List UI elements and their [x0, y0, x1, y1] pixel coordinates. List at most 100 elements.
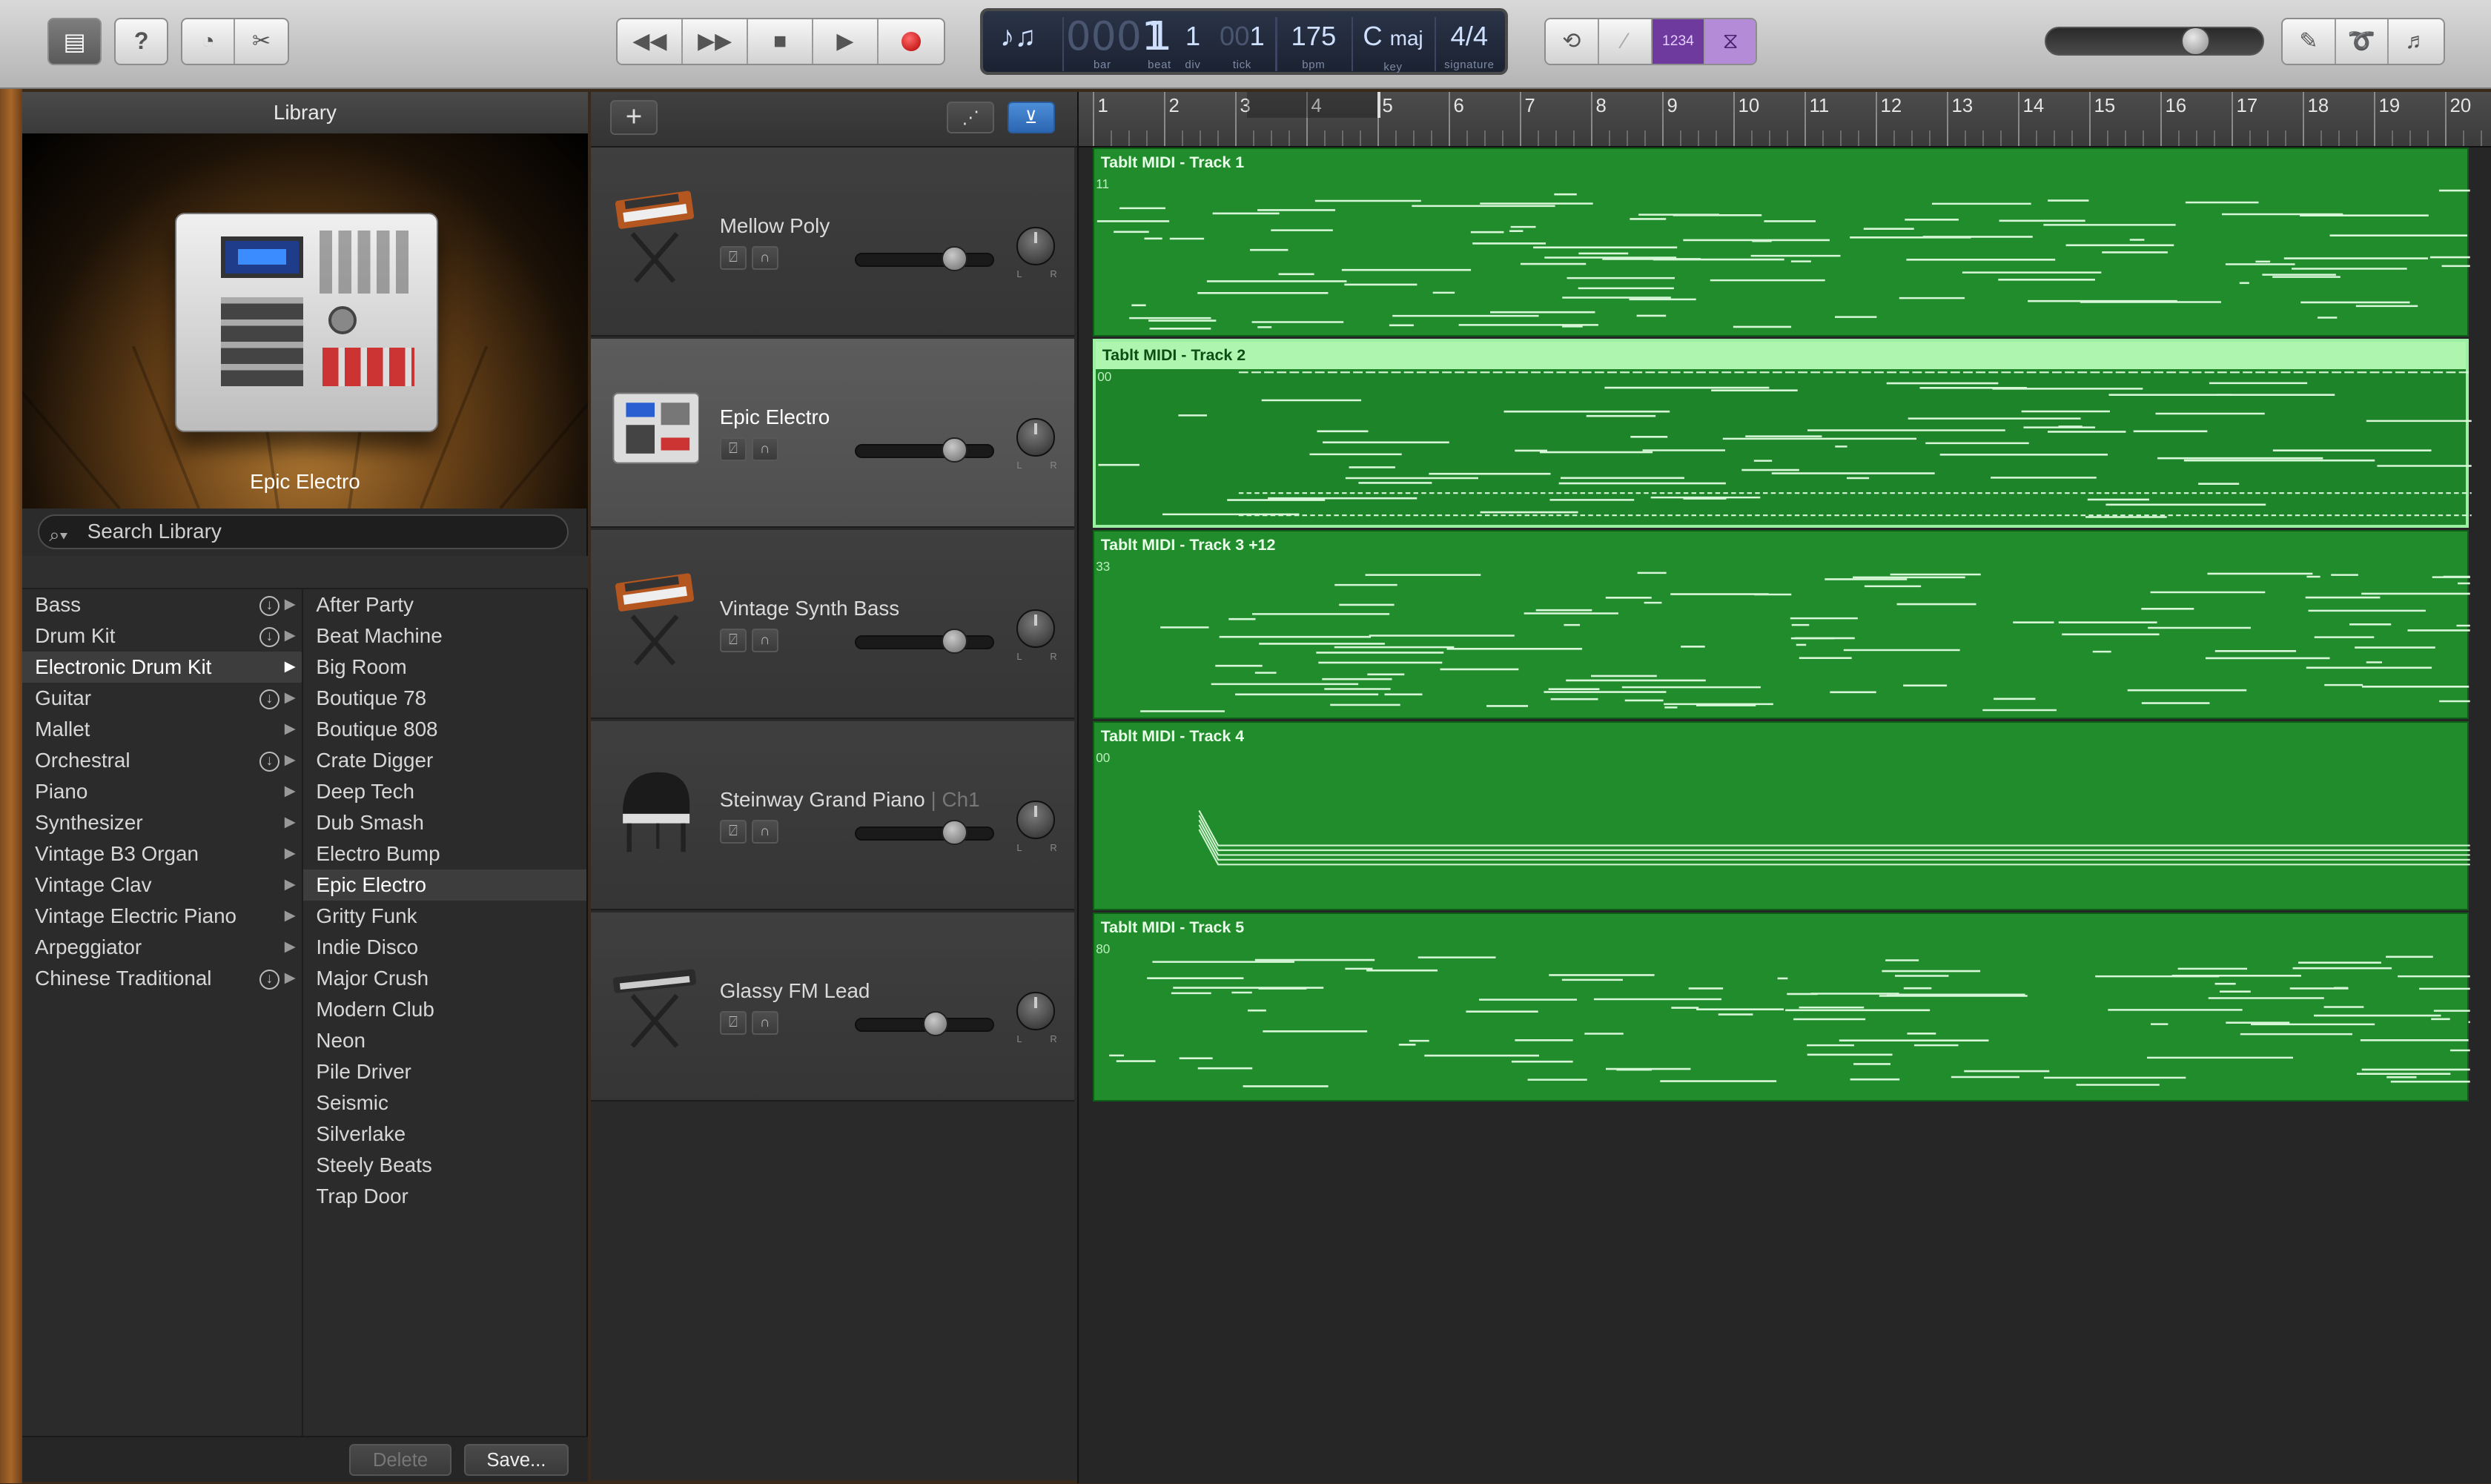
download-icon[interactable]: ↓: [259, 626, 280, 648]
master-volume-knob[interactable]: [2180, 27, 2210, 56]
track-header[interactable]: Glassy FM Lead ⍁ ∩ L R: [591, 912, 1074, 1102]
download-icon[interactable]: ↓: [259, 969, 280, 990]
midi-region[interactable]: Tablt MIDI - Track 4 00: [1093, 721, 2470, 911]
rewind-button[interactable]: ◀◀: [618, 19, 684, 64]
patch-item[interactable]: Crate Digger: [303, 745, 586, 776]
tuner-button[interactable]: ⁄: [1598, 19, 1653, 64]
pan-knob[interactable]: [1016, 801, 1055, 839]
volume-slider[interactable]: [854, 246, 995, 272]
midi-region[interactable]: Tablt MIDI - Track 1 11: [1093, 148, 2470, 337]
patch-item[interactable]: Indie Disco: [303, 932, 586, 963]
category-item[interactable]: Bass ↓ ▶: [22, 589, 302, 620]
track-header[interactable]: Vintage Synth Bass ⍁ ∩ L R: [591, 530, 1074, 720]
category-item[interactable]: Chinese Traditional ↓ ▶: [22, 963, 302, 994]
pan-knob[interactable]: [1016, 992, 1055, 1030]
patch-item[interactable]: Seismic: [303, 1087, 586, 1119]
tempo-value[interactable]: 175: [1279, 14, 1349, 59]
patch-item[interactable]: After Party: [303, 589, 586, 620]
volume-knob[interactable]: [942, 629, 967, 655]
solo-button[interactable]: ∩: [751, 629, 778, 653]
patch-item[interactable]: Big Room: [303, 652, 586, 683]
download-icon[interactable]: ↓: [259, 595, 280, 617]
fast-forward-button[interactable]: ▶▶: [683, 19, 749, 64]
track-header[interactable]: Epic Electro ⍁ ∩ L R: [591, 339, 1074, 529]
count-in-button[interactable]: 1234: [1652, 19, 1706, 64]
delete-button[interactable]: Delete: [349, 1443, 451, 1476]
mute-button[interactable]: ⍁: [719, 246, 747, 271]
solo-button[interactable]: ∩: [751, 246, 778, 271]
midi-region[interactable]: Tablt MIDI - Track 3 +12 33: [1093, 530, 2470, 720]
volume-knob[interactable]: [942, 437, 967, 463]
patch-item[interactable]: Beat Machine: [303, 620, 586, 652]
download-icon[interactable]: ↓: [259, 689, 280, 710]
patch-item[interactable]: Pile Driver: [303, 1056, 586, 1087]
category-item[interactable]: Vintage Electric Piano ▶: [22, 901, 302, 932]
volume-knob[interactable]: [922, 1011, 948, 1037]
category-item[interactable]: Vintage B3 Organ ▶: [22, 838, 302, 869]
pan-knob[interactable]: [1016, 418, 1055, 457]
library-button[interactable]: ▤: [47, 17, 102, 65]
search-library-input[interactable]: ⌕▾ Search Library: [38, 514, 569, 550]
patch-item[interactable]: Electro Bump: [303, 838, 586, 869]
save-button[interactable]: Save...: [463, 1443, 569, 1476]
patch-item[interactable]: Deep Tech: [303, 776, 586, 807]
download-icon[interactable]: ↓: [259, 751, 280, 772]
category-item[interactable]: Drum Kit ↓ ▶: [22, 620, 302, 652]
track-header[interactable]: Steinway Grand Piano | Ch1 ⍁ ∩ L R: [591, 721, 1074, 911]
stop-button[interactable]: ■: [748, 19, 813, 64]
category-item[interactable]: Guitar ↓ ▶: [22, 683, 302, 714]
patch-item[interactable]: Epic Electro: [303, 869, 586, 901]
volume-slider[interactable]: [854, 1011, 995, 1037]
solo-button[interactable]: ∩: [751, 820, 778, 844]
category-item[interactable]: Electronic Drum Kit ▶: [22, 651, 302, 683]
solo-button[interactable]: ∩: [751, 437, 778, 462]
patch-item[interactable]: Major Crush: [303, 963, 586, 994]
midi-region[interactable]: Tablt MIDI - Track 2 00: [1093, 339, 2472, 529]
pan-knob[interactable]: [1016, 227, 1055, 265]
smart-controls-button[interactable]: ◔: [182, 19, 236, 64]
master-volume-slider[interactable]: [2044, 27, 2264, 56]
midi-region[interactable]: Tablt MIDI - Track 5 80: [1093, 912, 2470, 1102]
signature-value[interactable]: 4/4: [1435, 14, 1504, 59]
solo-button[interactable]: ∩: [751, 1011, 778, 1036]
record-button[interactable]: [878, 19, 944, 64]
lcd-display[interactable]: ♪♫ 0001 bar 1 beat 1 div 001 tick 175 bp…: [980, 7, 1508, 75]
notepad-button[interactable]: ✎: [2283, 19, 2336, 64]
loop-browser-button[interactable]: ➰: [2335, 19, 2389, 64]
key-value[interactable]: C: [1363, 21, 1382, 51]
patch-item[interactable]: Boutique 808: [303, 714, 586, 745]
mute-button[interactable]: ⍁: [719, 820, 747, 844]
category-item[interactable]: Arpeggiator ▶: [22, 932, 302, 963]
volume-slider[interactable]: [854, 437, 995, 463]
category-item[interactable]: Mallet ▶: [22, 714, 302, 745]
editors-button[interactable]: ✂: [235, 19, 288, 64]
volume-slider[interactable]: [854, 629, 995, 655]
automation-button[interactable]: ⋰: [947, 102, 995, 133]
flex-button[interactable]: ⊻: [1007, 102, 1055, 133]
patch-item[interactable]: Steely Beats: [303, 1150, 586, 1181]
mute-button[interactable]: ⍁: [719, 437, 747, 462]
play-button[interactable]: ▶: [813, 19, 879, 64]
volume-knob[interactable]: [942, 246, 967, 272]
category-item[interactable]: Orchestral ↓ ▶: [22, 745, 302, 776]
category-item[interactable]: Synthesizer ▶: [22, 807, 302, 838]
media-browser-button[interactable]: ♬: [2389, 19, 2444, 64]
volume-slider[interactable]: [854, 820, 995, 846]
pan-knob[interactable]: [1016, 609, 1055, 648]
track-header[interactable]: Mellow Poly ⍁ ∩ L R: [591, 148, 1074, 337]
note-icon[interactable]: ♪♫: [990, 21, 1047, 53]
patch-item[interactable]: Neon: [303, 1025, 586, 1056]
add-track-button[interactable]: +: [609, 99, 658, 136]
patch-item[interactable]: Trap Door: [303, 1181, 586, 1212]
patch-item[interactable]: Modern Club: [303, 994, 586, 1025]
volume-knob[interactable]: [942, 820, 967, 846]
mute-button[interactable]: ⍁: [719, 1011, 747, 1036]
help-button[interactable]: ?: [114, 17, 169, 65]
category-item[interactable]: Vintage Clav ▶: [22, 869, 302, 901]
patch-item[interactable]: Gritty Funk: [303, 901, 586, 932]
cycle-button[interactable]: ⟲: [1545, 19, 1599, 64]
patch-item[interactable]: Silverlake: [303, 1119, 586, 1150]
metronome-button[interactable]: ⧖: [1705, 19, 1756, 64]
patch-item[interactable]: Dub Smash: [303, 807, 586, 838]
category-item[interactable]: Piano ▶: [22, 776, 302, 807]
